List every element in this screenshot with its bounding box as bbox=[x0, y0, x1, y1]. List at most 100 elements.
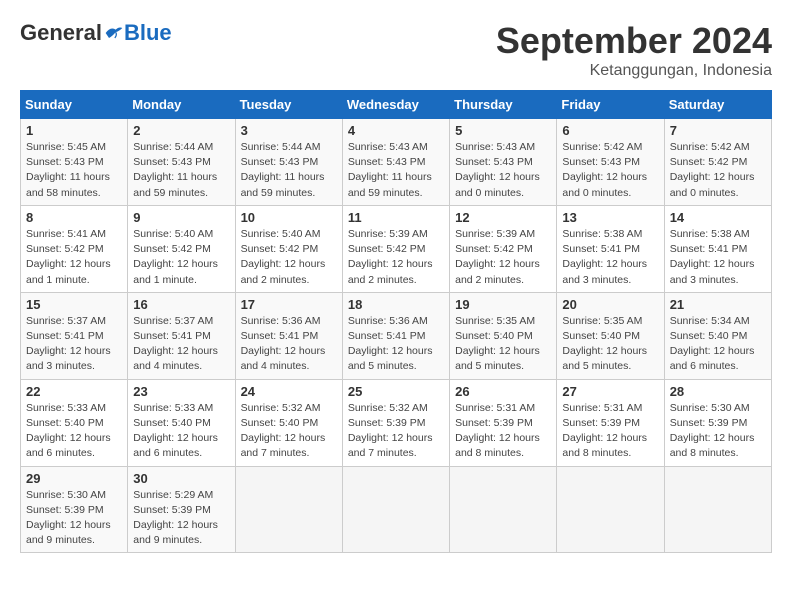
day-info: Sunrise: 5:32 AM Sunset: 5:39 PM Dayligh… bbox=[348, 401, 444, 462]
day-info: Sunrise: 5:39 AM Sunset: 5:42 PM Dayligh… bbox=[348, 227, 444, 288]
day-number: 18 bbox=[348, 297, 444, 312]
day-info: Sunrise: 5:37 AM Sunset: 5:41 PM Dayligh… bbox=[26, 314, 122, 375]
day-number: 8 bbox=[26, 210, 122, 225]
month-title: September 2024 bbox=[496, 20, 772, 62]
day-number: 25 bbox=[348, 384, 444, 399]
day-info: Sunrise: 5:37 AM Sunset: 5:41 PM Dayligh… bbox=[133, 314, 229, 375]
calendar-cell: 3 Sunrise: 5:44 AM Sunset: 5:43 PM Daylig… bbox=[235, 119, 342, 206]
day-info: Sunrise: 5:29 AM Sunset: 5:39 PM Dayligh… bbox=[133, 488, 229, 549]
day-info: Sunrise: 5:42 AM Sunset: 5:43 PM Dayligh… bbox=[562, 140, 658, 201]
day-info: Sunrise: 5:30 AM Sunset: 5:39 PM Dayligh… bbox=[670, 401, 766, 462]
calendar-cell: 16Sunrise: 5:37 AM Sunset: 5:41 PM Dayli… bbox=[128, 292, 235, 379]
calendar-cell: 2Sunrise: 5:44 AM Sunset: 5:43 PM Daylig… bbox=[128, 119, 235, 206]
day-info: Sunrise: 5:42 AM Sunset: 5:42 PM Dayligh… bbox=[670, 140, 766, 201]
logo-bird-icon bbox=[104, 23, 124, 43]
day-number: 22 bbox=[26, 384, 122, 399]
calendar-header-row: SundayMondayTuesdayWednesdayThursdayFrid… bbox=[21, 91, 772, 119]
day-info: Sunrise: 5:43 AM Sunset: 5:43 PM Dayligh… bbox=[455, 140, 551, 201]
day-number: 15 bbox=[26, 297, 122, 312]
day-number: 30 bbox=[133, 471, 229, 486]
calendar-cell: 19 Sunrise: 5:35 AM Sunset: 5:40 PM Dayli… bbox=[450, 292, 557, 379]
day-number: 1 bbox=[26, 123, 122, 138]
day-number: 26 bbox=[455, 384, 551, 399]
calendar-cell: 17 Sunrise: 5:36 AM Sunset: 5:41 PM Dayli… bbox=[235, 292, 342, 379]
calendar-cell: 7 Sunrise: 5:42 AM Sunset: 5:42 PM Daylig… bbox=[664, 119, 771, 206]
calendar-cell: 1 Sunrise: 5:45 AM Sunset: 5:43 PM Daylig… bbox=[21, 119, 128, 206]
day-number: 20 bbox=[562, 297, 658, 312]
day-info: Sunrise: 5:35 AM Sunset: 5:40 PM Dayligh… bbox=[562, 314, 658, 375]
day-number: 2 bbox=[133, 123, 229, 138]
calendar-week-5: 29 Sunrise: 5:30 AM Sunset: 5:39 PM Dayli… bbox=[21, 466, 772, 553]
day-info: Sunrise: 5:44 AM Sunset: 5:43 PM Dayligh… bbox=[241, 140, 337, 201]
calendar-cell: 23Sunrise: 5:33 AM Sunset: 5:40 PM Dayli… bbox=[128, 379, 235, 466]
day-number: 27 bbox=[562, 384, 658, 399]
day-info: Sunrise: 5:31 AM Sunset: 5:39 PM Dayligh… bbox=[562, 401, 658, 462]
day-number: 21 bbox=[670, 297, 766, 312]
calendar-cell: 15 Sunrise: 5:37 AM Sunset: 5:41 PM Dayli… bbox=[21, 292, 128, 379]
day-number: 12 bbox=[455, 210, 551, 225]
calendar-cell: 9 Sunrise: 5:40 AM Sunset: 5:42 PM Daylig… bbox=[128, 205, 235, 292]
calendar-table: SundayMondayTuesdayWednesdayThursdayFrid… bbox=[20, 90, 772, 553]
weekday-header-wednesday: Wednesday bbox=[342, 91, 449, 119]
day-number: 6 bbox=[562, 123, 658, 138]
calendar-cell bbox=[664, 466, 771, 553]
day-number: 5 bbox=[455, 123, 551, 138]
day-info: Sunrise: 5:45 AM Sunset: 5:43 PM Dayligh… bbox=[26, 140, 122, 201]
calendar-cell: 8 Sunrise: 5:41 AM Sunset: 5:42 PM Daylig… bbox=[21, 205, 128, 292]
day-number: 14 bbox=[670, 210, 766, 225]
weekday-header-thursday: Thursday bbox=[450, 91, 557, 119]
calendar-cell: 30 Sunrise: 5:29 AM Sunset: 5:39 PM Dayli… bbox=[128, 466, 235, 553]
calendar-cell: 18 Sunrise: 5:36 AM Sunset: 5:41 PM Dayli… bbox=[342, 292, 449, 379]
day-info: Sunrise: 5:40 AM Sunset: 5:42 PM Dayligh… bbox=[133, 227, 229, 288]
calendar-cell: 14Sunrise: 5:38 AM Sunset: 5:41 PM Dayli… bbox=[664, 205, 771, 292]
day-number: 19 bbox=[455, 297, 551, 312]
day-info: Sunrise: 5:34 AM Sunset: 5:40 PM Dayligh… bbox=[670, 314, 766, 375]
day-info: Sunrise: 5:39 AM Sunset: 5:42 PM Dayligh… bbox=[455, 227, 551, 288]
calendar-cell: 27 Sunrise: 5:31 AM Sunset: 5:39 PM Dayli… bbox=[557, 379, 664, 466]
day-number: 9 bbox=[133, 210, 229, 225]
calendar-cell: 5 Sunrise: 5:43 AM Sunset: 5:43 PM Daylig… bbox=[450, 119, 557, 206]
location-text: Ketanggungan, Indonesia bbox=[496, 62, 772, 80]
day-number: 29 bbox=[26, 471, 122, 486]
calendar-cell: 28 Sunrise: 5:30 AM Sunset: 5:39 PM Dayli… bbox=[664, 379, 771, 466]
calendar-cell: 29 Sunrise: 5:30 AM Sunset: 5:39 PM Dayli… bbox=[21, 466, 128, 553]
weekday-header-saturday: Saturday bbox=[664, 91, 771, 119]
day-number: 7 bbox=[670, 123, 766, 138]
calendar-cell bbox=[557, 466, 664, 553]
calendar-week-4: 22Sunrise: 5:33 AM Sunset: 5:40 PM Dayli… bbox=[21, 379, 772, 466]
day-number: 23 bbox=[133, 384, 229, 399]
day-number: 4 bbox=[348, 123, 444, 138]
calendar-cell: 6 Sunrise: 5:42 AM Sunset: 5:43 PM Daylig… bbox=[557, 119, 664, 206]
calendar-cell bbox=[450, 466, 557, 553]
calendar-cell: 12 Sunrise: 5:39 AM Sunset: 5:42 PM Dayli… bbox=[450, 205, 557, 292]
weekday-header-monday: Monday bbox=[128, 91, 235, 119]
day-number: 28 bbox=[670, 384, 766, 399]
day-number: 24 bbox=[241, 384, 337, 399]
day-info: Sunrise: 5:30 AM Sunset: 5:39 PM Dayligh… bbox=[26, 488, 122, 549]
title-block: September 2024 Ketanggungan, Indonesia bbox=[496, 20, 772, 80]
calendar-week-1: 1 Sunrise: 5:45 AM Sunset: 5:43 PM Daylig… bbox=[21, 119, 772, 206]
day-number: 3 bbox=[241, 123, 337, 138]
day-number: 10 bbox=[241, 210, 337, 225]
weekday-header-sunday: Sunday bbox=[21, 91, 128, 119]
weekday-header-friday: Friday bbox=[557, 91, 664, 119]
day-info: Sunrise: 5:36 AM Sunset: 5:41 PM Dayligh… bbox=[241, 314, 337, 375]
day-info: Sunrise: 5:43 AM Sunset: 5:43 PM Dayligh… bbox=[348, 140, 444, 201]
day-number: 11 bbox=[348, 210, 444, 225]
calendar-cell bbox=[342, 466, 449, 553]
calendar-cell: 13Sunrise: 5:38 AM Sunset: 5:41 PM Dayli… bbox=[557, 205, 664, 292]
day-info: Sunrise: 5:36 AM Sunset: 5:41 PM Dayligh… bbox=[348, 314, 444, 375]
calendar-cell bbox=[235, 466, 342, 553]
calendar-week-3: 15 Sunrise: 5:37 AM Sunset: 5:41 PM Dayli… bbox=[21, 292, 772, 379]
day-info: Sunrise: 5:35 AM Sunset: 5:40 PM Dayligh… bbox=[455, 314, 551, 375]
calendar-cell: 21 Sunrise: 5:34 AM Sunset: 5:40 PM Dayli… bbox=[664, 292, 771, 379]
day-info: Sunrise: 5:40 AM Sunset: 5:42 PM Dayligh… bbox=[241, 227, 337, 288]
calendar-cell: 24Sunrise: 5:32 AM Sunset: 5:40 PM Dayli… bbox=[235, 379, 342, 466]
day-info: Sunrise: 5:31 AM Sunset: 5:39 PM Dayligh… bbox=[455, 401, 551, 462]
day-info: Sunrise: 5:38 AM Sunset: 5:41 PM Dayligh… bbox=[562, 227, 658, 288]
logo-general-text: General bbox=[20, 20, 102, 46]
page-header: General Blue September 2024 Ketanggungan… bbox=[20, 20, 772, 80]
day-info: Sunrise: 5:41 AM Sunset: 5:42 PM Dayligh… bbox=[26, 227, 122, 288]
day-number: 17 bbox=[241, 297, 337, 312]
calendar-week-2: 8 Sunrise: 5:41 AM Sunset: 5:42 PM Daylig… bbox=[21, 205, 772, 292]
